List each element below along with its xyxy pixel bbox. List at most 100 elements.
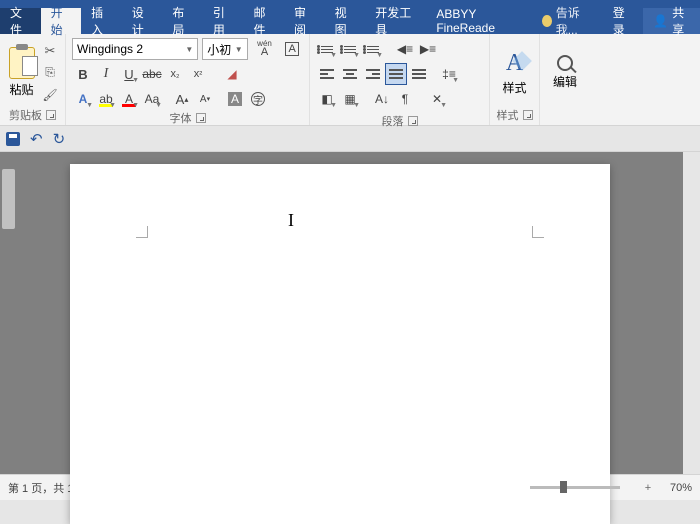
undo-button[interactable]: ↶ xyxy=(30,130,43,148)
styles-label: 样式 xyxy=(502,79,526,96)
superscript-button[interactable]: x xyxy=(187,63,209,85)
italic-button[interactable]: I xyxy=(95,63,117,85)
styles-dialog-launcher[interactable] xyxy=(523,110,533,120)
document-viewport[interactable]: I xyxy=(0,152,683,474)
tab-home[interactable]: 开始 xyxy=(41,8,82,34)
chevron-down-icon: ▼ xyxy=(330,102,337,109)
tab-view[interactable]: 视图 xyxy=(325,8,366,34)
find-icon xyxy=(557,55,573,71)
tab-abbyy[interactable]: ABBYY FineReade xyxy=(426,8,533,34)
enclose-icon: 字 xyxy=(251,92,265,106)
vertical-scrollbar[interactable]: ▲ ▼ xyxy=(0,152,17,474)
zoom-slider[interactable] xyxy=(530,486,620,489)
decrease-indent-button[interactable]: ◀≡ xyxy=(394,38,416,60)
border-a-icon: A xyxy=(285,42,298,56)
shrink-font-button[interactable]: A▾ xyxy=(194,88,216,110)
paragraph-group-label: 段落 xyxy=(382,113,404,129)
align-left-button[interactable] xyxy=(316,63,338,85)
copy-button[interactable]: ⎘ xyxy=(41,64,59,82)
styles-button[interactable]: A 样式 xyxy=(496,38,533,107)
scroll-track[interactable] xyxy=(0,169,17,457)
show-marks-button[interactable]: ¶ xyxy=(394,88,416,110)
tab-references[interactable]: 引用 xyxy=(203,8,244,34)
editing-button[interactable]: 编辑 xyxy=(546,38,584,107)
chevron-down-icon: ▼ xyxy=(452,77,459,84)
paste-label: 粘贴 xyxy=(9,81,33,98)
chevron-down-icon: ▼ xyxy=(86,102,93,109)
increase-indent-button[interactable]: ▶≡ xyxy=(417,38,439,60)
align-right-button[interactable] xyxy=(362,63,384,85)
distributed-icon xyxy=(412,69,426,79)
bullets-button[interactable]: ▼ xyxy=(316,38,338,60)
text-effects-button[interactable]: A▼ xyxy=(72,88,94,110)
zoom-level[interactable]: 70% xyxy=(670,482,692,494)
character-shading-button[interactable]: A xyxy=(224,88,246,110)
underline-button[interactable]: U▼ xyxy=(118,63,140,85)
paragraph-dialog-launcher[interactable] xyxy=(408,116,418,126)
enclose-characters-button[interactable]: 字 xyxy=(247,88,269,110)
sort-icon: A↓ xyxy=(375,92,389,106)
chevron-down-icon: ▼ xyxy=(155,102,162,109)
chevron-down-icon: ▼ xyxy=(235,45,243,54)
line-spacing-button[interactable]: ‡≡▼ xyxy=(438,63,460,85)
chevron-down-icon: ▼ xyxy=(109,102,116,109)
shading-a-icon: A xyxy=(228,92,242,106)
tab-mailings[interactable]: 邮件 xyxy=(243,8,284,34)
asian-layout-button[interactable]: ✕▼ xyxy=(426,88,448,110)
page[interactable]: I xyxy=(70,164,610,524)
clear-formatting-button[interactable]: ◢ xyxy=(221,63,243,85)
change-case-button[interactable]: Aa▼ xyxy=(141,88,163,110)
login-button[interactable]: 登录 xyxy=(603,8,644,34)
highlight-button[interactable]: ab▼ xyxy=(95,88,117,110)
tell-me-search[interactable]: 告诉我... xyxy=(534,8,603,34)
sub-x: x xyxy=(171,68,180,80)
brush-icon: 🖌 xyxy=(42,88,57,102)
scroll-thumb[interactable] xyxy=(2,169,15,229)
bold-button[interactable]: B xyxy=(72,63,94,85)
styles-group-label: 样式 xyxy=(497,107,519,123)
pinyin-label-bottom: A xyxy=(261,46,268,58)
font-name-combo[interactable]: Wingdings 2▼ xyxy=(72,38,198,60)
zoom-thumb[interactable] xyxy=(560,481,567,493)
tab-layout[interactable]: 布局 xyxy=(162,8,203,34)
numbering-button[interactable]: ▼ xyxy=(339,38,361,60)
strikethrough-button[interactable]: abc xyxy=(141,63,163,85)
chevron-down-icon: ▼ xyxy=(440,102,447,109)
font-color-button[interactable]: A▼ xyxy=(118,88,140,110)
align-justify-button[interactable] xyxy=(385,63,407,85)
clipboard-dialog-launcher[interactable] xyxy=(46,110,56,120)
paste-button[interactable]: 粘贴 xyxy=(6,38,37,107)
tab-design[interactable]: 设计 xyxy=(122,8,163,34)
tab-insert[interactable]: 插入 xyxy=(81,8,122,34)
multilevel-list-button[interactable]: ▼ xyxy=(362,38,384,60)
align-center-button[interactable] xyxy=(339,63,361,85)
tab-review[interactable]: 审阅 xyxy=(284,8,325,34)
text-cursor: I xyxy=(288,210,294,231)
grow-font-button[interactable]: A▴ xyxy=(171,88,193,110)
align-right-icon xyxy=(366,69,380,79)
font-size-combo[interactable]: 小初▼ xyxy=(202,38,247,60)
chevron-down-icon: ▼ xyxy=(132,102,139,109)
borders-button[interactable]: ▦▼ xyxy=(339,88,361,110)
phonetic-guide-button[interactable]: wénA xyxy=(252,38,278,60)
outdent-icon: ◀≡ xyxy=(397,42,413,56)
eraser-icon: ◢ xyxy=(227,67,236,81)
save-button[interactable] xyxy=(6,132,20,146)
zoom-in-button[interactable]: + xyxy=(640,482,656,494)
subscript-button[interactable]: x xyxy=(164,63,186,85)
format-painter-button[interactable]: 🖌 xyxy=(41,86,59,104)
tab-developer[interactable]: 开发工具 xyxy=(365,8,426,34)
sort-button[interactable]: A↓ xyxy=(371,88,393,110)
font-dialog-launcher[interactable] xyxy=(196,113,206,123)
shading-button[interactable]: ◧▼ xyxy=(316,88,338,110)
character-border-button[interactable]: A xyxy=(281,38,303,60)
file-tab[interactable]: 文件 xyxy=(0,8,41,34)
redo-button[interactable]: ↻ xyxy=(53,130,66,148)
cut-button[interactable]: ✂ xyxy=(41,42,59,60)
pilcrow-icon: ¶ xyxy=(402,92,408,106)
indent-icon: ▶≡ xyxy=(420,42,436,56)
chevron-down-icon: ▼ xyxy=(132,77,139,84)
share-button[interactable]: 👤 共享 xyxy=(643,8,700,34)
distributed-button[interactable] xyxy=(408,63,430,85)
align-justify-icon xyxy=(389,69,403,79)
